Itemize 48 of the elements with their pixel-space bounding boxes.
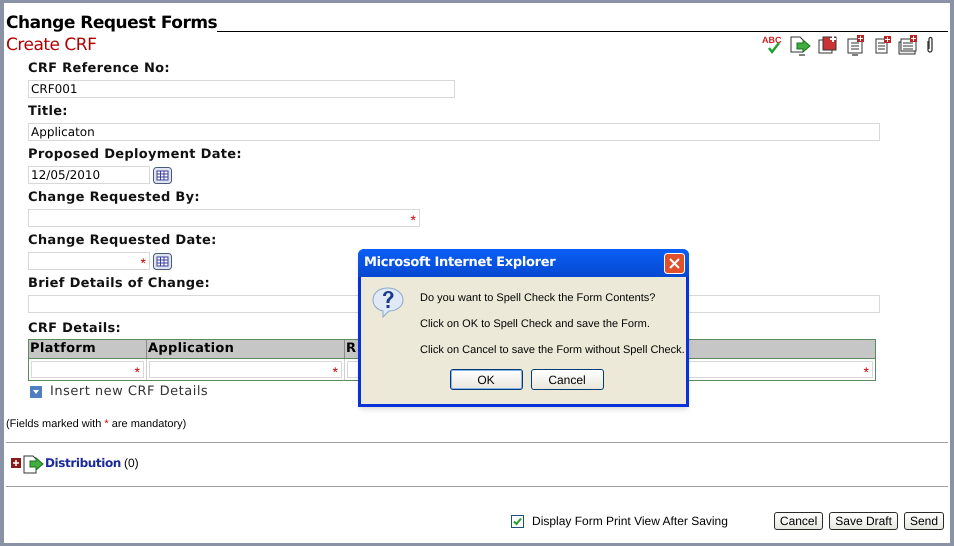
dialog-title: Microsoft Internet Explorer [364,254,556,272]
calendar-icon[interactable] [153,166,172,184]
page-title: Change Request Forms [6,13,218,33]
dialog-button[interactable]: Cancel [530,369,604,390]
close-icon[interactable] [664,252,685,274]
field-label: Change Requested Date: [28,232,217,250]
input-field[interactable]: * [28,209,420,227]
required-mark: * [134,364,140,378]
column-header: Application [148,340,234,358]
column-header: R [346,340,356,358]
form-title: Create CRF [6,34,96,56]
input-field[interactable]: * [149,361,342,378]
paperclip-icon[interactable] [926,36,934,54]
input-field[interactable]: Applicaton [28,123,880,141]
required-mark: * [864,364,869,378]
input-field[interactable]: CRF001 [28,80,455,98]
footer-button[interactable]: Save Draft [829,512,898,530]
input-field[interactable]: * [28,252,150,270]
required-mark: * [410,213,416,227]
calendar-icon[interactable] [153,252,172,270]
field-label: Change Requested By: [28,189,200,207]
section-label: CRF Details: [28,320,122,338]
column-header: Platform [30,340,96,358]
input-field[interactable]: * [31,361,144,378]
question-icon [371,286,405,318]
field-label: Title: [28,103,68,121]
required-mark: * [332,364,338,378]
footer-button[interactable]: Send [904,512,944,530]
dialog-message: Do you want to Spell Check the Form Contents? [420,291,656,306]
dialog-message: Click on Cancel to save the Form without Spell Check. [420,343,685,358]
distribution-count: (0) [124,455,139,472]
add-stack-icon[interactable] [898,35,920,55]
expand-icon[interactable] [11,458,21,468]
field-label: CRF Reference No: [28,60,170,78]
page-arrow-icon[interactable] [790,34,812,56]
insert-link[interactable]: Insert new CRF Details [50,384,208,400]
field-label: Brief Details of Change: [28,275,210,293]
checkbox-label: Display Form Print View After Saving [532,513,728,530]
footer-button[interactable]: Cancel [774,512,824,530]
dialog-button[interactable]: OK [450,369,522,390]
mandatory-note: (Fields marked with * are mandatory) [6,417,188,431]
distribution-link[interactable]: Distribution [45,454,121,472]
checkbox[interactable] [511,514,524,528]
required-mark: * [140,256,146,270]
field-label: Proposed Deployment Date: [28,146,242,164]
dialog-message: Click on OK to Spell Check and save the Form. [420,317,651,332]
add-page-icon[interactable] [874,35,892,55]
input-field[interactable]: 12/05/2010 [28,166,150,184]
